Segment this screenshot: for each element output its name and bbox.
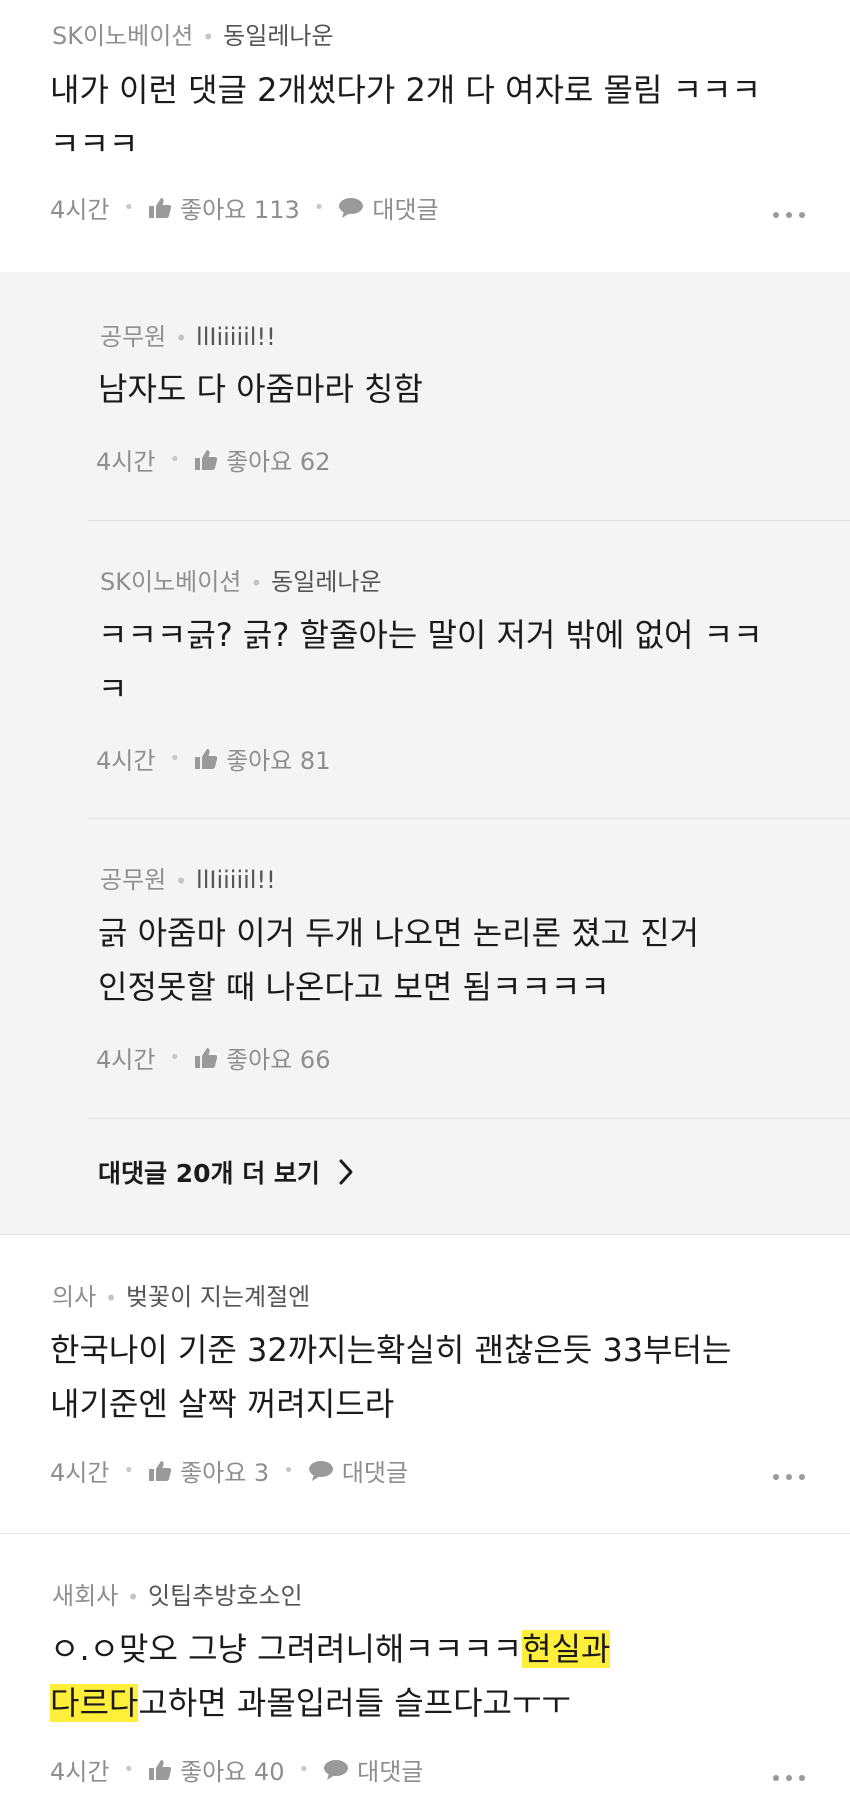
reply-text-line: 인정못할 때 나온다고 보면 됨ㅋㅋㅋㅋ: [98, 968, 610, 1006]
reply-meta: SK이노베이션 • 동일레나운: [100, 568, 382, 596]
comment-meta: SK이노베이션 • 동일레나운: [52, 22, 334, 50]
comment-text-line: ㅋㅋㅋ: [50, 125, 139, 163]
comment-meta: 새회사 • 잇팁추방호소인: [52, 1582, 303, 1610]
chevron-right-icon: [339, 1159, 353, 1185]
divider: [88, 1118, 850, 1119]
reply-meta: 공무원 • llIiiiiil!!: [100, 323, 276, 351]
more-dots-icon[interactable]: [773, 1474, 805, 1480]
time-label: 4시간: [96, 747, 156, 775]
comment-actions: 4시간 • 좋아요 113 • 대댓글: [50, 190, 439, 225]
like-button[interactable]: 좋아요 40: [180, 1752, 284, 1787]
time-label: 4시간: [96, 448, 156, 476]
thumbs-up-icon[interactable]: [148, 1759, 172, 1781]
comment-1: SK이노베이션 • 동일레나운 내가 이런 댓글 2개썼다가 2개 다 여자로 몰림…: [0, 0, 850, 272]
reply-actions: 4시간 • 좋아요 81: [96, 741, 330, 776]
like-button[interactable]: 좋아요 113: [180, 190, 300, 225]
comment-2: 의사 • 벚꽃이 지는계절엔 한국나이 기준 32까지는확실히 괜찮은듯 33부터는…: [0, 1235, 850, 1533]
time-label: 4시간: [50, 1459, 110, 1487]
company-name: SK이노베이션: [52, 22, 194, 50]
comment-text-segment: 고하면 과몰입러들 슬프다고ㅜㅜ: [138, 1684, 571, 1722]
reply-text-line: ㅋ: [98, 670, 128, 708]
company-name: 의사: [52, 1283, 97, 1311]
reply-button[interactable]: 대댓글: [357, 1752, 423, 1787]
reply-actions: 4시간 • 좋아요 62: [96, 442, 330, 477]
reply-text: 긁 아줌마 이거 두개 나오면 논리론 졌고 진거 인정못할 때 나온다고 보면…: [98, 906, 699, 1014]
nickname[interactable]: llIiiiiil!!: [196, 866, 276, 894]
company-name: SK이노베이션: [100, 568, 242, 596]
like-button[interactable]: 좋아요 62: [226, 442, 330, 477]
reply-text-line: 남자도 다 아줌마라 칭함: [98, 370, 423, 408]
comment-text-line: 내기준엔 살짝 꺼려지드라: [50, 1385, 395, 1423]
nickname[interactable]: 벚꽃이 지는계절엔: [126, 1283, 310, 1311]
reply-meta: 공무원 • llIiiiiil!!: [100, 866, 276, 894]
time-label: 4시간: [50, 1758, 110, 1786]
speech-bubble-icon[interactable]: [338, 197, 364, 219]
thumbs-up-icon[interactable]: [148, 1460, 172, 1482]
like-button[interactable]: 좋아요 3: [180, 1453, 269, 1488]
thumbs-up-icon[interactable]: [194, 1047, 218, 1069]
reply-text-line: ㅋㅋㅋ긁? 긁? 할줄아는 말이 저거 밖에 없어 ㅋㅋ: [98, 616, 763, 654]
comment-text-line: 다르다고하면 과몰입러들 슬프다고ㅜㅜ: [50, 1676, 610, 1730]
reply-text: ㅋㅋㅋ긁? 긁? 할줄아는 말이 저거 밖에 없어 ㅋㅋ ㅋ: [98, 608, 763, 716]
like-button[interactable]: 좋아요 66: [226, 1040, 330, 1075]
nickname[interactable]: 동일레나운: [223, 22, 333, 50]
more-dots-icon[interactable]: [773, 212, 805, 218]
divider: [88, 818, 850, 819]
comment-meta: 의사 • 벚꽃이 지는계절엔: [52, 1283, 311, 1311]
thumbs-up-icon[interactable]: [148, 197, 172, 219]
reply-actions: 4시간 • 좋아요 66: [96, 1040, 330, 1075]
reply-button[interactable]: 대댓글: [372, 190, 438, 225]
reply-text-line: 긁 아줌마 이거 두개 나오면 논리론 졌고 진거: [98, 914, 700, 952]
comment-text: ㅇ.ㅇ맞오 그냥 그려려니해ㅋㅋㅋㅋ현실과 다르다고하면 과몰입러들 슬프다고ㅜ…: [50, 1622, 611, 1730]
replies-section: 공무원 • llIiiiiil!! 남자도 다 아줌마라 칭함 4시간 • 좋아요 …: [0, 272, 850, 1234]
company-name: 공무원: [100, 323, 167, 351]
like-button[interactable]: 좋아요 81: [226, 741, 330, 776]
reply-text: 남자도 다 아줌마라 칭함: [98, 362, 423, 416]
comment-text-segment: ㅇ.ㅇ맞오 그냥 그려려니해ㅋㅋㅋㅋ: [50, 1630, 523, 1668]
divider: [88, 520, 850, 521]
reply-button[interactable]: 대댓글: [342, 1453, 408, 1488]
comment-actions: 4시간 • 좋아요 3 • 대댓글: [50, 1453, 408, 1488]
thumbs-up-icon[interactable]: [194, 748, 218, 770]
comment-text: 한국나이 기준 32까지는확실히 괜찮은듯 33부터는 내기준엔 살짝 꺼려지드…: [50, 1323, 732, 1431]
time-label: 4시간: [96, 1046, 156, 1074]
comment-text-line: 한국나이 기준 32까지는확실히 괜찮은듯 33부터는: [50, 1331, 732, 1369]
comment-text-line: 내가 이런 댓글 2개썼다가 2개 다 여자로 몰림 ㅋㅋㅋ: [50, 71, 761, 109]
thumbs-up-icon[interactable]: [194, 449, 218, 471]
nickname[interactable]: llIiiiiil!!: [196, 323, 276, 351]
comment-actions: 4시간 • 좋아요 40 • 대댓글: [50, 1752, 423, 1787]
speech-bubble-icon[interactable]: [323, 1759, 349, 1781]
comment-text: 내가 이런 댓글 2개썼다가 2개 다 여자로 몰림 ㅋㅋㅋ ㅋㅋㅋ: [50, 63, 761, 171]
highlighted-text: 현실과: [522, 1630, 611, 1668]
time-label: 4시간: [50, 196, 110, 224]
nickname[interactable]: 잇팁추방호소인: [148, 1582, 303, 1610]
speech-bubble-icon[interactable]: [308, 1460, 334, 1482]
company-name: 새회사: [52, 1582, 119, 1610]
more-dots-icon[interactable]: [773, 1775, 805, 1781]
nickname[interactable]: 동일레나운: [271, 568, 381, 596]
company-name: 공무원: [100, 866, 167, 894]
comment-3: 새회사 • 잇팁추방호소인 ㅇ.ㅇ맞오 그냥 그려려니해ㅋㅋㅋㅋ현실과 다르다고하면…: [0, 1534, 850, 1808]
highlighted-text: 다르다: [50, 1684, 139, 1722]
comment-text-line: ㅇ.ㅇ맞오 그냥 그려려니해ㅋㅋㅋㅋ현실과: [50, 1622, 611, 1676]
more-replies-link[interactable]: 대댓글 20개 더 보기: [98, 1154, 354, 1190]
more-replies-label: 대댓글 20개 더 보기: [98, 1159, 320, 1188]
